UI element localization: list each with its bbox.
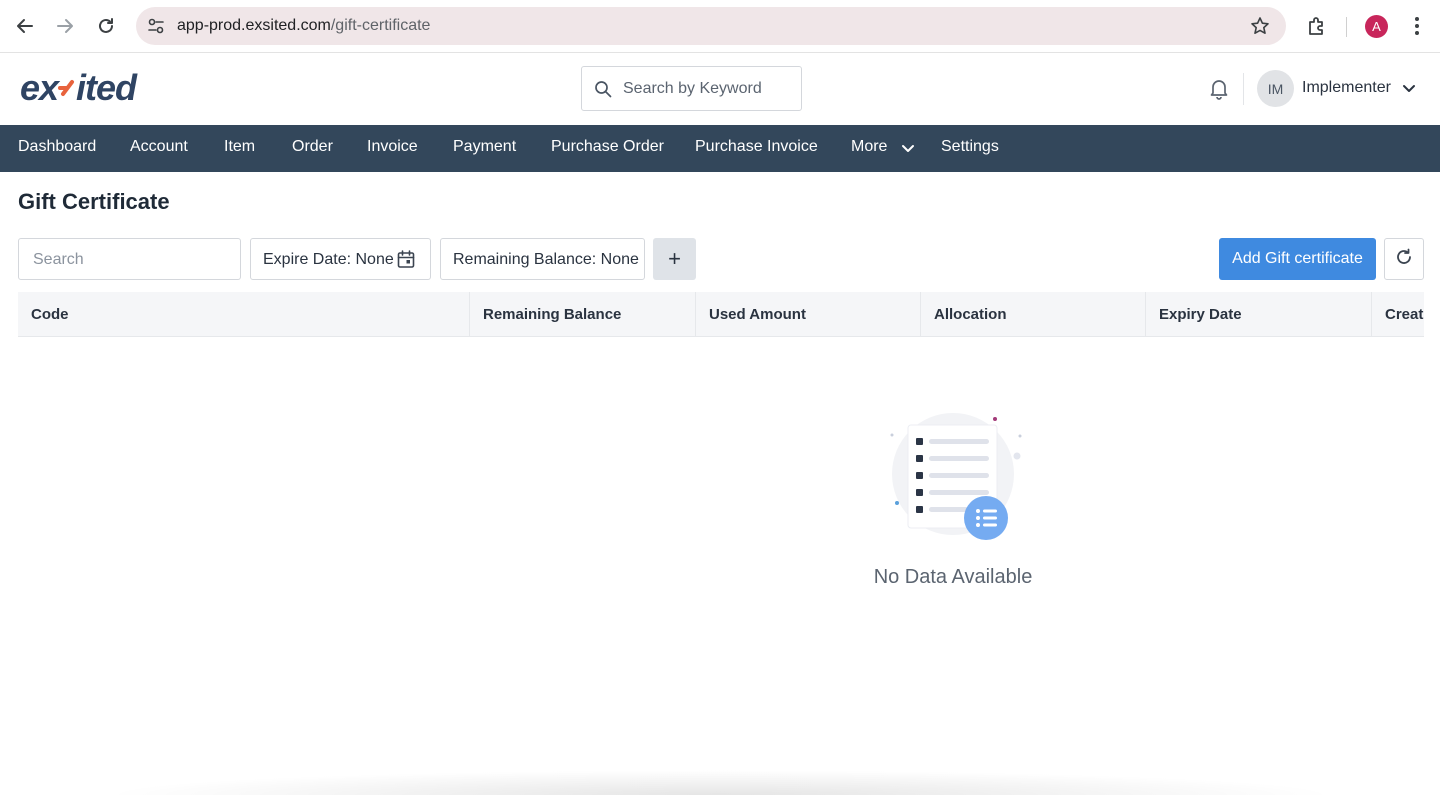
nav-invoice[interactable]: Invoice xyxy=(367,138,418,156)
address-bar[interactable]: app-prod.exsited.com/gift-certificate xyxy=(136,7,1286,45)
svg-text:ited: ited xyxy=(76,67,138,108)
nav-more[interactable]: More xyxy=(851,138,887,156)
header-divider xyxy=(1243,73,1244,105)
svg-text:ex: ex xyxy=(20,67,61,108)
add-gift-certificate-button[interactable]: Add Gift certificate xyxy=(1219,238,1376,280)
page-title: Gift Certificate xyxy=(18,189,170,214)
nav-account[interactable]: Account xyxy=(130,138,188,156)
chevron-down-icon[interactable] xyxy=(1402,81,1416,95)
chevron-down-icon[interactable] xyxy=(901,141,915,155)
calendar-icon xyxy=(397,250,415,269)
refresh-button[interactable] xyxy=(1384,238,1424,280)
nav-order[interactable]: Order xyxy=(292,138,333,156)
user-name[interactable]: Implementer xyxy=(1302,79,1391,97)
column-header-created[interactable]: Create xyxy=(1371,292,1424,336)
forward-arrow-icon[interactable] xyxy=(52,13,78,39)
column-header-expiry-date[interactable]: Expiry Date xyxy=(1145,292,1371,336)
refresh-icon xyxy=(1394,247,1414,272)
empty-list-icon xyxy=(884,408,1030,548)
empty-state-message: No Data Available xyxy=(873,566,1033,588)
column-header-used-amount[interactable]: Used Amount xyxy=(695,292,920,336)
site-info-icon[interactable] xyxy=(146,16,166,36)
search-placeholder: Search xyxy=(33,251,84,268)
profile-avatar[interactable]: A xyxy=(1365,15,1388,38)
search-icon xyxy=(594,80,612,98)
table-header: Code Remaining Balance Used Amount Alloc… xyxy=(18,292,1424,337)
column-header-code[interactable]: Code xyxy=(18,292,469,336)
nav-purchase-order[interactable]: Purchase Order xyxy=(551,138,664,156)
star-icon[interactable] xyxy=(1250,16,1270,36)
column-header-remaining-balance[interactable]: Remaining Balance xyxy=(469,292,695,336)
expire-date-filter-label: Expire Date: None xyxy=(263,251,394,268)
url-host: app-prod.exsited.com xyxy=(177,17,331,34)
main-navigation: Dashboard Account Item Order Invoice Pay… xyxy=(0,125,1440,172)
scroll-shadow xyxy=(100,770,1340,795)
toolbar-divider xyxy=(1346,17,1347,37)
extensions-icon[interactable] xyxy=(1305,14,1329,38)
nav-purchase-invoice[interactable]: Purchase Invoice xyxy=(695,138,818,156)
nav-payment[interactable]: Payment xyxy=(453,138,516,156)
add-filter-button[interactable]: + xyxy=(653,238,696,280)
browser-toolbar: app-prod.exsited.com/gift-certificate A xyxy=(0,0,1440,53)
search-input[interactable]: Search xyxy=(18,238,241,280)
remaining-balance-filter[interactable]: Remaining Balance: None xyxy=(440,238,645,280)
kebab-menu-icon[interactable] xyxy=(1405,14,1429,38)
expire-date-filter[interactable]: Expire Date: None xyxy=(250,238,431,280)
column-header-allocation[interactable]: Allocation xyxy=(920,292,1145,336)
reload-icon[interactable] xyxy=(93,13,119,39)
app-header: ex ited Search by Keyword IM Implementer xyxy=(0,53,1440,125)
keyword-search-input[interactable]: Search by Keyword xyxy=(581,66,802,111)
nav-dashboard[interactable]: Dashboard xyxy=(18,138,96,156)
bell-icon[interactable] xyxy=(1207,76,1231,100)
remaining-balance-filter-label: Remaining Balance: None xyxy=(453,251,639,268)
keyword-search-placeholder: Search by Keyword xyxy=(623,80,762,97)
nav-item[interactable]: Item xyxy=(224,138,255,156)
url-text: app-prod.exsited.com/gift-certificate xyxy=(177,17,430,35)
exsited-logo[interactable]: ex ited xyxy=(20,67,170,109)
url-path: /gift-certificate xyxy=(330,17,431,34)
user-avatar[interactable]: IM xyxy=(1257,70,1294,107)
back-arrow-icon[interactable] xyxy=(12,13,38,39)
nav-settings[interactable]: Settings xyxy=(941,138,999,156)
